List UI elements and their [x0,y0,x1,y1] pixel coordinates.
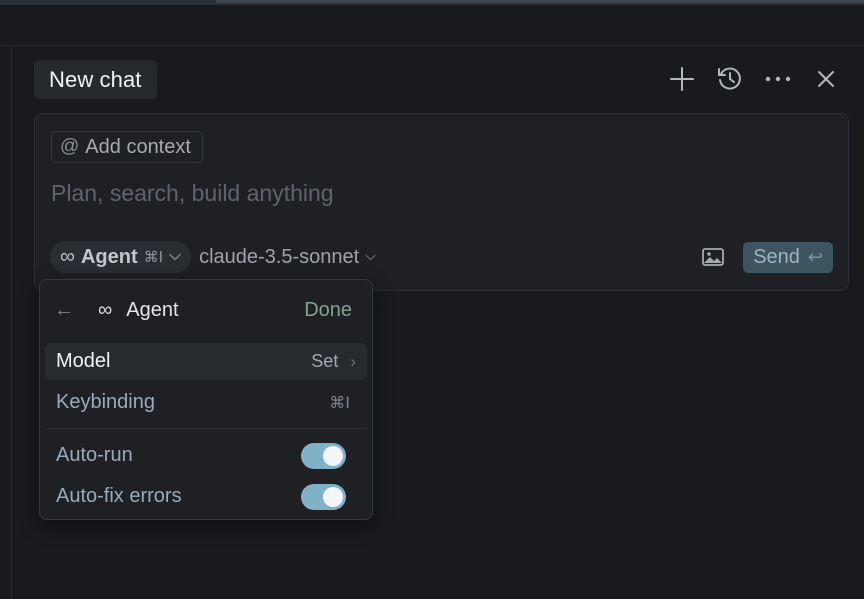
chat-title: New chat [49,66,142,92]
add-context-label: Add context [85,135,191,158]
auto-run-label: Auto-run [56,444,133,466]
toggle-knob [323,486,343,507]
auto-fix-errors-label: Auto-fix errors [56,485,182,507]
send-button[interactable]: Send ↩ [743,241,833,273]
model-row[interactable]: Model Set › [45,343,367,380]
return-icon: ↩ [807,246,823,268]
prompt-input[interactable] [51,176,791,210]
done-button[interactable]: Done [304,299,352,322]
infinity-icon: ∞ [98,298,113,321]
close-button[interactable] [802,62,850,96]
panel-left-divider [11,46,12,599]
attach-image-button[interactable] [697,241,729,273]
popover-title: Agent [126,298,179,321]
infinity-icon: ∞ [60,245,75,268]
chat-composer: @ Add context ∞ Agent ⌘I claude-3.5-sonn… [34,113,849,291]
keybinding-row[interactable]: Keybinding ⌘I [45,384,367,421]
toggle-knob [323,445,343,466]
send-label: Send [753,245,800,268]
window-top-strip [0,0,864,5]
more-options-button[interactable] [754,62,802,96]
composer-toolbar: ∞ Agent ⌘I claude-3.5-sonnet Send ↩ [50,241,833,273]
chevron-down-icon [169,253,181,261]
mode-shortcut: ⌘I [143,248,164,266]
header-actions [658,62,850,96]
mode-label: Agent [80,245,138,268]
auto-fix-errors-row: Auto-fix errors [45,478,357,515]
at-icon: @ [60,136,80,157]
model-row-value: Set [311,351,339,371]
model-row-value-wrap: Set › [311,351,356,372]
image-icon [702,248,725,266]
add-context-button[interactable]: @ Add context [51,131,203,163]
mode-selector[interactable]: ∞ Agent ⌘I [50,241,192,273]
popover-divider [45,428,367,429]
model-row-label: Model [56,350,111,372]
chevron-right-icon: › [350,351,356,371]
active-tab-highlight [216,0,864,3]
chevron-down-icon [365,254,376,261]
model-label: claude-3.5-sonnet [199,245,360,268]
more-icon [765,76,791,82]
popover-header: ← ∞ Agent Done [40,293,372,327]
history-icon [718,67,741,90]
model-selector[interactable]: claude-3.5-sonnet [199,246,376,269]
auto-run-row: Auto-run [45,437,357,474]
auto-run-toggle[interactable] [301,442,346,469]
back-arrow-icon[interactable]: ← [54,299,76,322]
keybinding-row-label: Keybinding [56,391,155,413]
close-icon [818,71,834,87]
keybinding-shortcut: ⌘I [329,393,350,412]
plus-icon [670,67,694,91]
header-divider [0,45,864,46]
chat-title-tab[interactable]: New chat [34,60,157,99]
new-chat-button[interactable] [658,62,706,96]
history-button[interactable] [706,62,754,96]
auto-fix-errors-toggle[interactable] [301,483,346,510]
